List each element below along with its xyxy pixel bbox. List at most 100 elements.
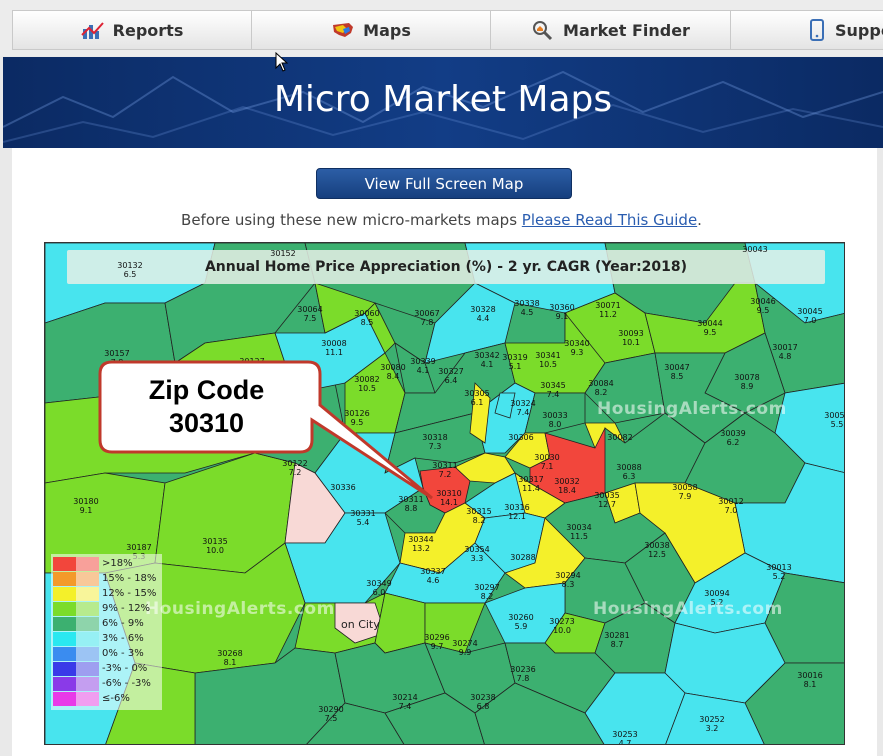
zip-value: 8.1 — [803, 680, 817, 689]
zip-value: 4.4 — [476, 314, 490, 323]
zip-label-30045: 30045 7.0 — [790, 307, 830, 325]
map-legend: >18% 15% - 18% 12% - 15% 9% - 12% 6% - 9% 3% … — [51, 554, 162, 710]
zip-code: 30032 — [554, 477, 580, 486]
tab-support[interactable]: Support — [730, 10, 883, 50]
legend-item: 0% - 3% — [53, 647, 161, 661]
zip-label-30039: 30039 6.2 — [713, 429, 753, 447]
zip-code: 30127 — [239, 357, 265, 366]
zip-value: 6.8 — [476, 702, 490, 711]
tab-maps[interactable]: Maps — [251, 10, 491, 50]
zip-value: 6.2 — [726, 438, 740, 447]
legend-swatch-light — [76, 557, 99, 571]
zip-code: 30281 — [604, 631, 630, 640]
zip-code: 30327 — [438, 367, 464, 376]
legend-item: 12% - 15% — [53, 587, 161, 601]
zip-label-30016: 30016 8.1 — [790, 671, 830, 689]
zip-value: 6.5 — [123, 270, 137, 279]
zip-value: 7.8 — [110, 358, 124, 367]
zip-label-30252: 30252 3.2 — [692, 715, 732, 733]
zip-code: 30030 — [534, 453, 560, 462]
cursor-icon — [275, 52, 289, 72]
zip-value: 6.0 — [372, 588, 386, 597]
zip-code: 30328 — [470, 305, 496, 314]
legend-item: >18% — [53, 557, 161, 571]
us-map-icon — [331, 19, 355, 41]
zip-code: 30360 — [549, 303, 575, 312]
legend-label: 12% - 15% — [102, 588, 157, 599]
zip-code: 30180 — [73, 497, 99, 506]
zip-label-30127: 30127 — [232, 357, 272, 366]
zip-code: 30126 — [344, 409, 370, 418]
page-banner: Micro Market Maps — [3, 57, 883, 148]
zip-label-30034: 30034 11.5 — [559, 523, 599, 541]
zip-code: 30071 — [595, 301, 621, 310]
tab-reports[interactable]: Reports — [12, 10, 252, 50]
guide-prefix: Before using these new micro-markets map… — [181, 211, 522, 229]
legend-swatch — [53, 587, 76, 601]
legend-swatch-light — [76, 647, 99, 661]
zip-code: 30093 — [618, 329, 644, 338]
legend-swatch — [53, 692, 76, 706]
zip-value: 18.4 — [558, 486, 576, 495]
zip-label-30290: 30290 7.5 — [311, 705, 351, 723]
zip-code: 30008 — [321, 339, 347, 348]
watermark-top: HousingAlerts.com — [597, 399, 787, 419]
watermark-left: HousingAlerts.com — [145, 599, 335, 619]
zip-code: 30012 — [718, 497, 744, 506]
legend-swatch-light — [76, 572, 99, 586]
zip-label-30345: 30345 7.4 — [533, 381, 573, 399]
legend-swatch — [53, 617, 76, 631]
legend-label: 15% - 18% — [102, 573, 157, 584]
zip-code: 30349 — [366, 579, 392, 588]
zip-value: 10.5 — [539, 360, 557, 369]
zip-value: 7.4 — [398, 702, 412, 711]
zip-value: 3.2 — [705, 724, 719, 733]
zip-label-30082: 30082 — [600, 433, 640, 442]
zip-code: 30317 — [518, 475, 544, 484]
callout-line1: Zip Code — [148, 375, 265, 405]
legend-swatch — [53, 677, 76, 691]
zip-code: 30135 — [202, 537, 228, 546]
view-full-screen-map-button[interactable]: View Full Screen Map — [316, 168, 572, 199]
zip-label-30341: 30341 10.5 — [528, 351, 568, 369]
zip-code: 30035 — [594, 491, 620, 500]
zip-value: 7.9 — [678, 492, 692, 501]
zip-label-30268: 30268 8.1 — [210, 649, 250, 667]
legend-label: 6% - 9% — [102, 618, 144, 629]
guide-text: Before using these new micro-markets map… — [0, 211, 883, 229]
zip-label-30315: 30315 8.2 — [459, 507, 499, 525]
zip-label-30084: 30084 8.2 — [581, 379, 621, 397]
guide-suffix: . — [697, 211, 702, 229]
zip-value: 12.5 — [648, 550, 666, 559]
zip-code: 30260 — [508, 613, 534, 622]
zip-code: 30094 — [704, 589, 730, 598]
zip-code: 30315 — [466, 507, 492, 516]
micro-market-map[interactable]: Annual Home Price Appreciation (%) - 2 y… — [44, 242, 845, 745]
zip-label-30260: 30260 5.9 — [501, 613, 541, 631]
zip-label-30294: 30294 8.3 — [548, 571, 588, 589]
zip-label-30338: 30338 4.5 — [507, 299, 547, 317]
zip-value: 7.0 — [724, 506, 738, 515]
zip-code: 30316 — [504, 503, 530, 512]
legend-label: 3% - 6% — [102, 633, 144, 644]
zip-label-30008: 30008 11.1 — [314, 339, 354, 357]
zip-value: 12.7 — [598, 500, 616, 509]
zip-label-30032: 30032 18.4 — [547, 477, 587, 495]
callout-line2: 30310 — [168, 408, 245, 438]
guide-link[interactable]: Please Read This Guide — [522, 211, 697, 229]
zip-code: 30045 — [797, 307, 823, 316]
legend-label: -3% - 0% — [102, 663, 148, 674]
zip-value: 4.6 — [426, 576, 440, 585]
zip-value: 8.3 — [561, 580, 575, 589]
legend-swatch-light — [76, 617, 99, 631]
zip-label-30180: 30180 9.1 — [66, 497, 106, 515]
zip-value: 10.5 — [358, 384, 376, 393]
zip-code: 30084 — [588, 379, 614, 388]
zip-label-30126: 30126 9.5 — [337, 409, 377, 427]
tab-market-finder[interactable]: Market Finder — [490, 10, 731, 50]
zip-label-30344: 30344 13.2 — [401, 535, 441, 553]
zip-code: 30273 — [549, 617, 575, 626]
legend-item: 9% - 12% — [53, 602, 161, 616]
zip-code: 30013 — [766, 563, 792, 572]
zip-label-30305: 30305 6.1 — [457, 389, 497, 407]
